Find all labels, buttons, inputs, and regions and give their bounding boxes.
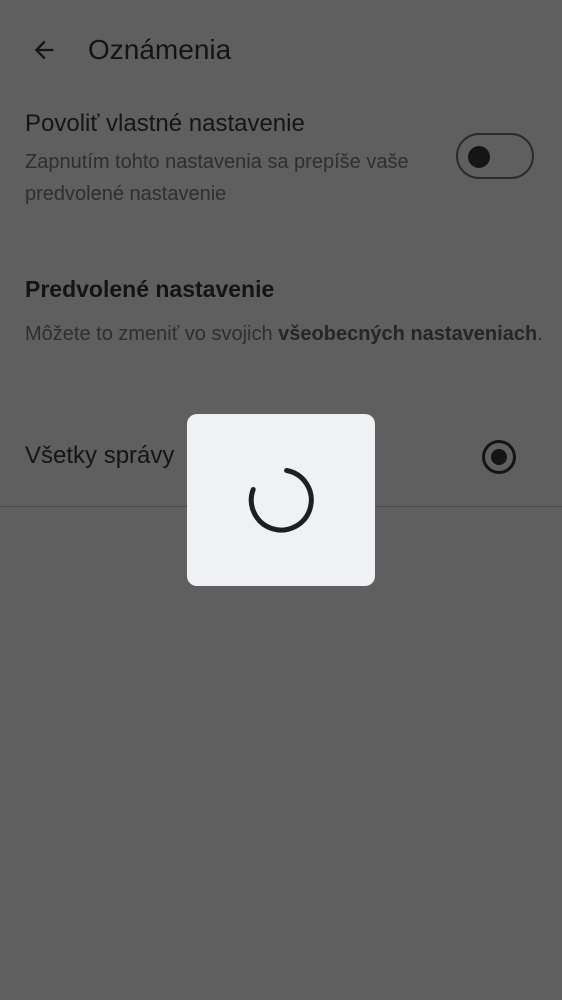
custom-setting-toggle[interactable] bbox=[456, 133, 534, 179]
loading-dialog bbox=[187, 414, 375, 586]
notifications-screen: Oznámenia Povoliť vlastné nastavenie Zap… bbox=[0, 0, 562, 1000]
description-suffix: . bbox=[537, 323, 543, 345]
custom-setting-title: Povoliť vlastné nastavenie bbox=[25, 110, 305, 137]
description-text: Môžete to zmeniť vo svojich bbox=[25, 323, 279, 345]
app-bar: Oznámenia bbox=[0, 0, 562, 100]
toggle-knob bbox=[468, 146, 490, 168]
back-button[interactable] bbox=[22, 28, 66, 72]
custom-setting-description: Zapnutím tohto nastavenia sa prepíše vaš… bbox=[25, 151, 409, 205]
default-setting-heading: Predvolené nastavenie bbox=[25, 276, 275, 302]
default-setting-description: Môžete to zmeniť vo svojich všeobecných … bbox=[25, 318, 545, 350]
page-title: Oznámenia bbox=[88, 34, 232, 65]
general-settings-link[interactable]: všeobecných nastaveniach bbox=[278, 323, 537, 345]
arrow-back-icon bbox=[34, 40, 54, 60]
spinner-icon bbox=[248, 468, 314, 533]
radio-selected-icon[interactable] bbox=[482, 440, 516, 474]
radio-dot bbox=[491, 449, 507, 465]
option-label: Všetky správy bbox=[25, 442, 175, 469]
custom-setting-row: Povoliť vlastné nastavenie Zapnutím toht… bbox=[0, 100, 562, 220]
